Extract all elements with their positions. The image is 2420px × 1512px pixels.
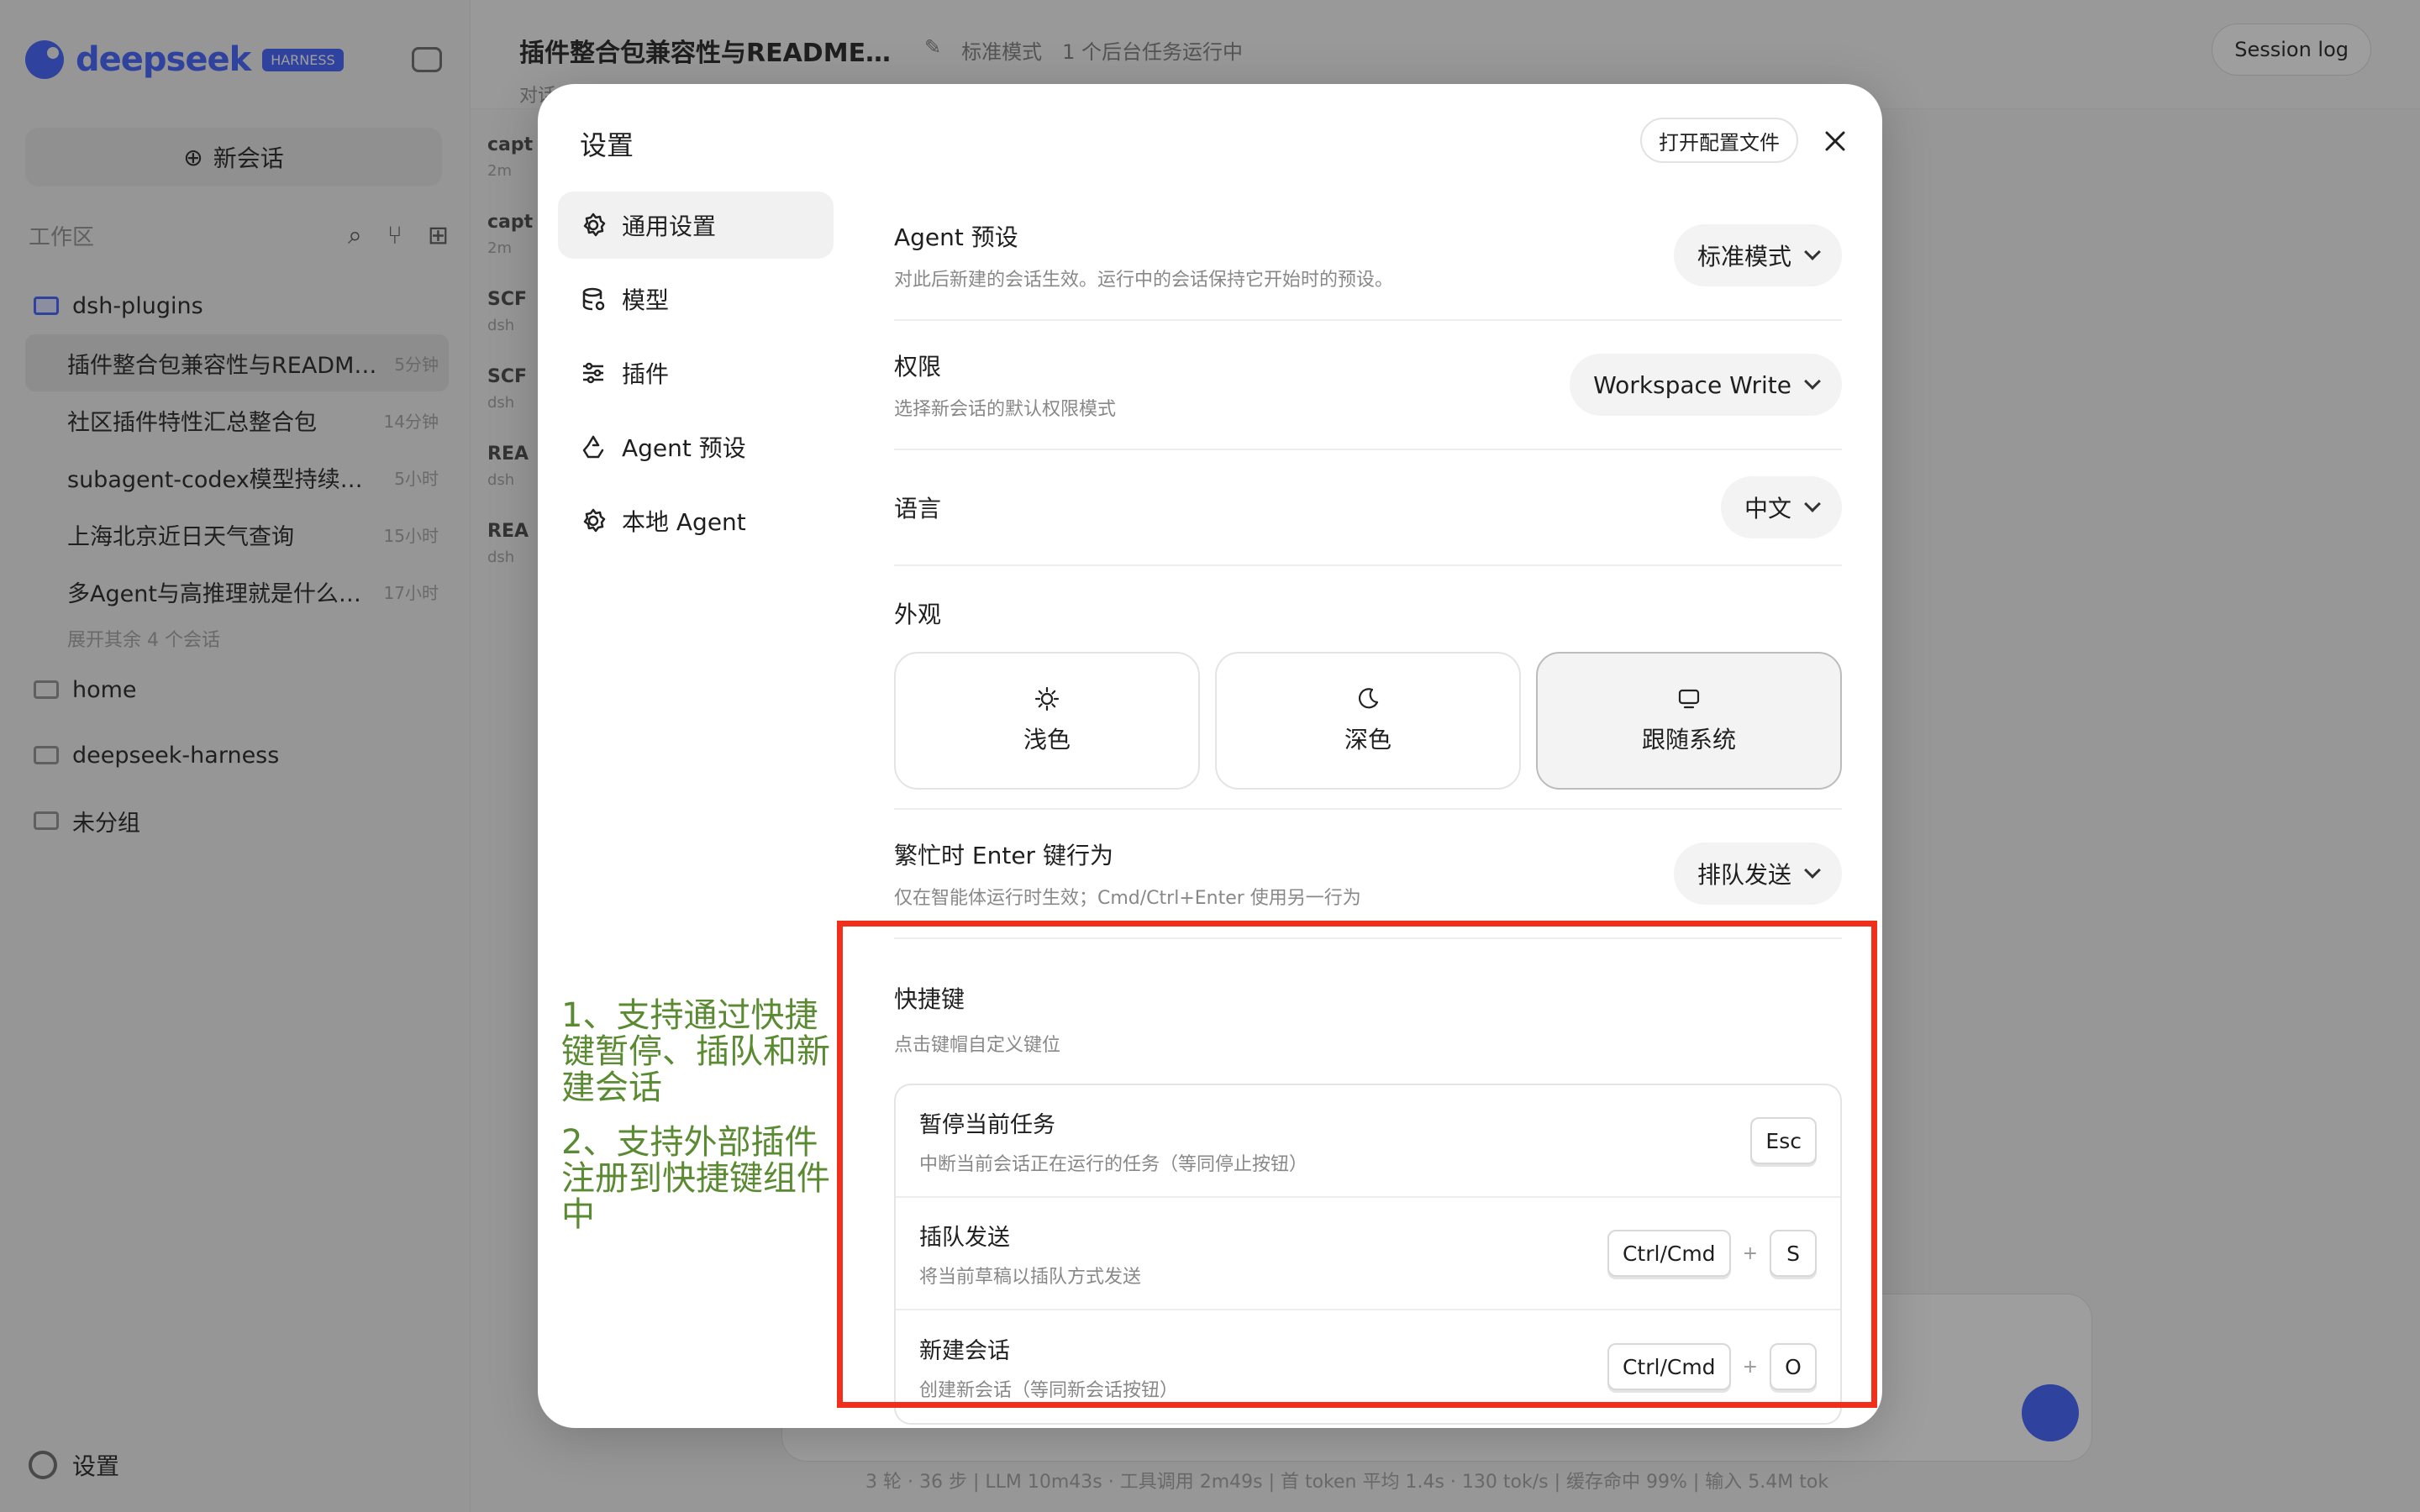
- chevron-down-icon: [1804, 244, 1821, 260]
- sun-icon: [1034, 686, 1060, 711]
- theme-option-system[interactable]: 跟随系统: [1536, 652, 1842, 790]
- setting-label: 外观: [894, 601, 942, 628]
- highlight-box: [837, 921, 1877, 1408]
- theme-option-dark[interactable]: 深色: [1215, 652, 1521, 790]
- open-config-button[interactable]: 打开配置文件: [1640, 118, 1798, 163]
- moon-icon: [1358, 688, 1379, 709]
- setting-label: 权限: [894, 353, 942, 381]
- gear-icon: [583, 508, 606, 533]
- gear-icon: [583, 213, 606, 237]
- nav-item-label: 本地 Agent: [622, 508, 746, 536]
- recycle-icon: [582, 435, 604, 459]
- settings-nav: 通用设置 模型 插件 Agent 预设 本地 Agent: [558, 192, 834, 561]
- close-icon[interactable]: [1817, 123, 1854, 160]
- nav-item-plugins[interactable]: 插件: [558, 339, 834, 407]
- theme-label: 深色: [1344, 726, 1392, 753]
- nav-item-label: 模型: [622, 286, 670, 314]
- chevron-down-icon: [1804, 862, 1821, 879]
- setting-description: 选择新会话的默认权限模式: [894, 399, 1117, 420]
- annotation-line: 2、支持外部插件注册到快捷键组件中: [561, 1123, 830, 1234]
- setting-label: 繁忙时 Enter 键行为: [894, 842, 1113, 869]
- monitor-icon: [1678, 689, 1700, 709]
- dropdown-value: 中文: [1744, 495, 1791, 522]
- theme-label: 跟随系统: [1641, 726, 1736, 753]
- nav-item-agent-preset[interactable]: Agent 预设: [558, 413, 834, 480]
- chevron-down-icon: [1804, 373, 1821, 390]
- theme-options: 浅色 深色 跟随系统: [894, 652, 1842, 790]
- language-dropdown[interactable]: 中文: [1720, 476, 1842, 538]
- annotation-line: 1、支持通过快捷键暂停、插队和新建会话: [561, 996, 830, 1107]
- permission-dropdown[interactable]: Workspace Write: [1570, 354, 1842, 416]
- busy-enter-dropdown[interactable]: 排队发送: [1673, 843, 1842, 905]
- setting-description: 对此后新建的会话生效。运行中的会话保持它开始时的预设。: [894, 270, 1394, 291]
- agent-preset-dropdown[interactable]: 标准模式: [1673, 224, 1842, 286]
- nav-item-general[interactable]: 通用设置: [558, 192, 834, 259]
- theme-option-light[interactable]: 浅色: [894, 652, 1200, 790]
- setting-language: 语言 中文: [894, 450, 1842, 566]
- dialog-title: 设置: [580, 129, 634, 161]
- setting-permission: 权限 选择新会话的默认权限模式 Workspace Write: [894, 321, 1842, 450]
- nav-item-label: Agent 预设: [622, 434, 746, 462]
- nav-item-model[interactable]: 模型: [558, 265, 834, 333]
- nav-item-label: 插件: [622, 360, 670, 388]
- sliders-icon: [583, 362, 603, 384]
- setting-label: Agent 预设: [894, 223, 1018, 251]
- nav-item-label: 通用设置: [622, 213, 717, 240]
- theme-label: 浅色: [1023, 726, 1071, 753]
- dropdown-value: 标准模式: [1697, 243, 1791, 270]
- nav-item-local-agent[interactable]: 本地 Agent: [558, 487, 834, 554]
- setting-busy-enter: 繁忙时 Enter 键行为 仅在智能体运行时生效；Cmd/Ctrl+Enter …: [894, 810, 1842, 939]
- setting-description: 仅在智能体运行时生效；Cmd/Ctrl+Enter 使用另一行为: [894, 888, 1361, 909]
- setting-agent-preset: Agent 预设 对此后新建的会话生效。运行中的会话保持它开始时的预设。 标准模…: [894, 192, 1842, 321]
- dropdown-value: Workspace Write: [1593, 370, 1791, 399]
- setting-label: 语言: [894, 495, 942, 522]
- annotation-note: 1、支持通过快捷键暂停、插队和新建会话 2、支持外部插件注册到快捷键组件中: [561, 998, 839, 1252]
- dropdown-value: 排队发送: [1697, 861, 1791, 889]
- chevron-down-icon: [1804, 496, 1821, 512]
- setting-appearance: 外观 浅色 深色 跟随系统: [894, 566, 1842, 810]
- database-icon: [582, 287, 605, 311]
